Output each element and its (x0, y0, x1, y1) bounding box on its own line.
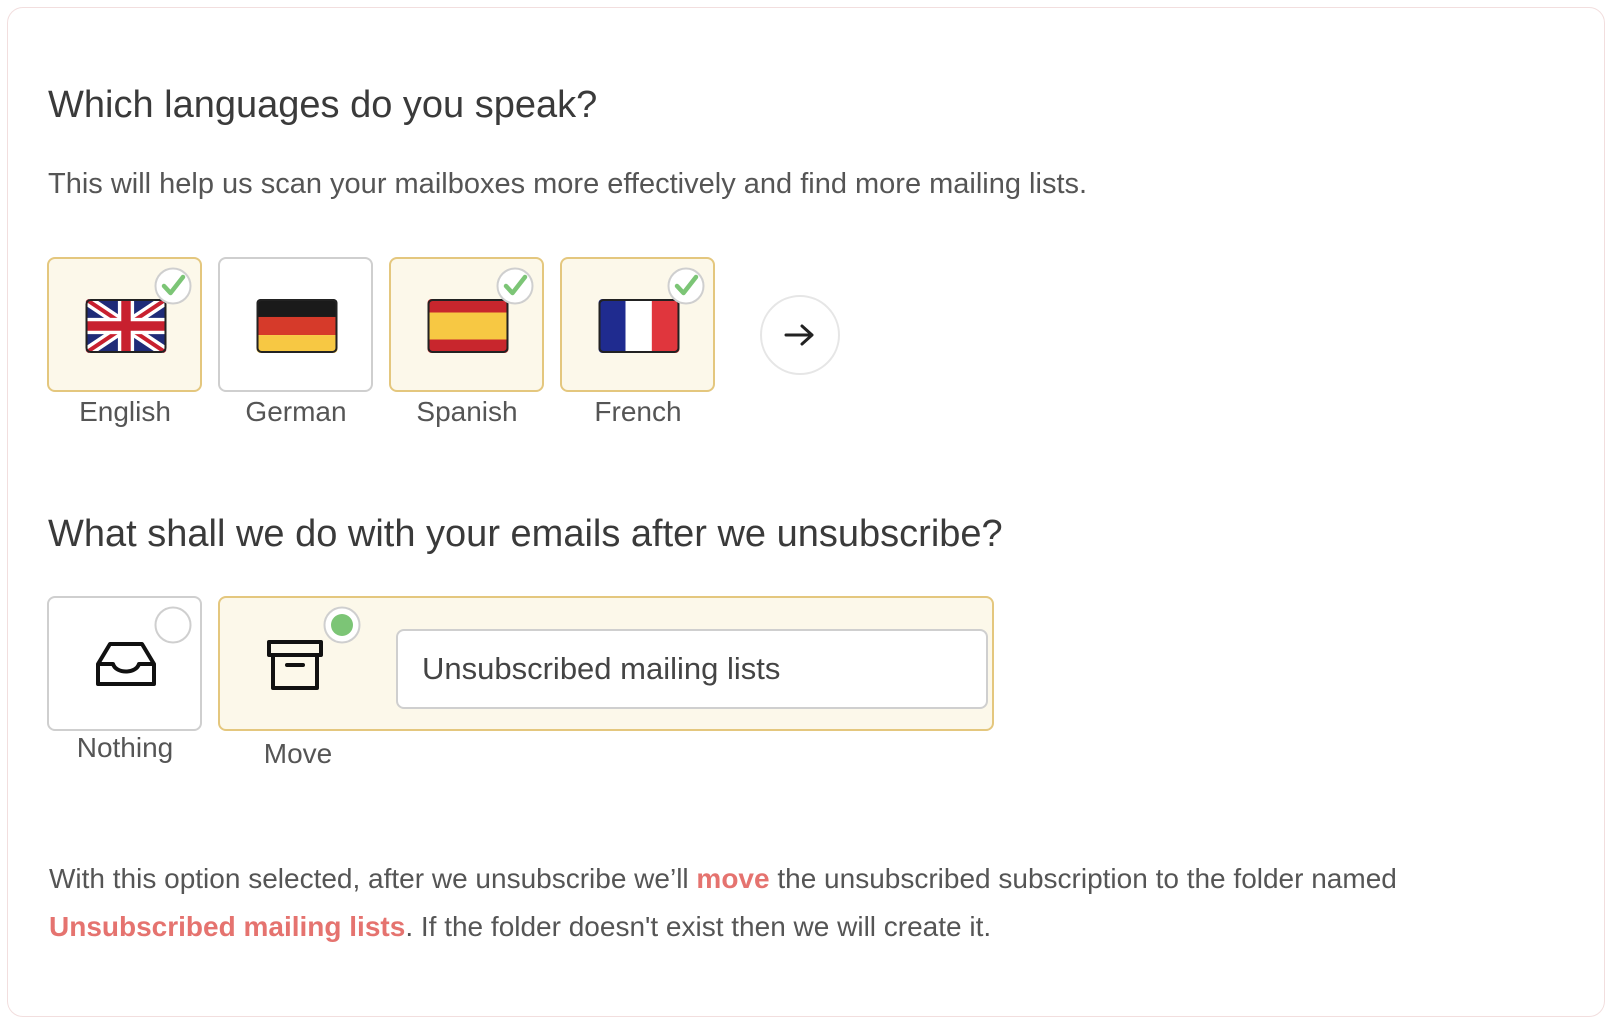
uk-flag-icon (85, 299, 167, 353)
option-label-nothing: Nothing (76, 732, 174, 763)
after-unsubscribe-heading: What shall we do with your emails after … (48, 513, 1003, 555)
languages-heading: Which languages do you speak? (48, 84, 598, 126)
language-option-spanish[interactable] (389, 257, 544, 392)
radio-unselected-icon[interactable] (154, 606, 192, 644)
languages-subtext: This will help us scan your mailboxes mo… (48, 168, 1088, 200)
description-text-3: . If the folder doesn't exist then we wi… (405, 911, 992, 942)
language-option-english[interactable] (47, 257, 202, 392)
archive-box-icon (267, 640, 323, 690)
language-option-german[interactable] (218, 257, 373, 392)
spain-flag-icon (427, 299, 509, 353)
description-highlight-move: move (696, 863, 770, 894)
language-label-english: English (79, 396, 171, 427)
radio-selected-icon[interactable] (323, 606, 361, 644)
language-label-german: German (245, 396, 347, 427)
language-label-french: French (594, 396, 682, 427)
next-languages-button[interactable] (760, 295, 840, 375)
description-text-2: the unsubscribed subscription to the fol… (769, 863, 1397, 894)
option-move[interactable] (218, 596, 994, 731)
checkmark-icon (154, 267, 192, 305)
checkmark-icon (667, 267, 705, 305)
language-option-french[interactable] (560, 257, 715, 392)
inbox-icon (96, 642, 156, 686)
france-flag-icon (598, 299, 680, 353)
language-label-spanish: Spanish (416, 396, 518, 427)
move-description: With this option selected, after we unsu… (49, 855, 1579, 951)
description-text-1: With this option selected, after we unsu… (49, 863, 697, 894)
folder-name-input[interactable] (396, 629, 988, 709)
option-label-move: Move (263, 738, 333, 769)
germany-flag-icon (256, 299, 338, 353)
checkmark-icon (496, 267, 534, 305)
arrow-right-icon (784, 324, 814, 346)
description-highlight-folder: Unsubscribed mailing lists (49, 911, 406, 942)
option-nothing[interactable] (47, 596, 202, 731)
